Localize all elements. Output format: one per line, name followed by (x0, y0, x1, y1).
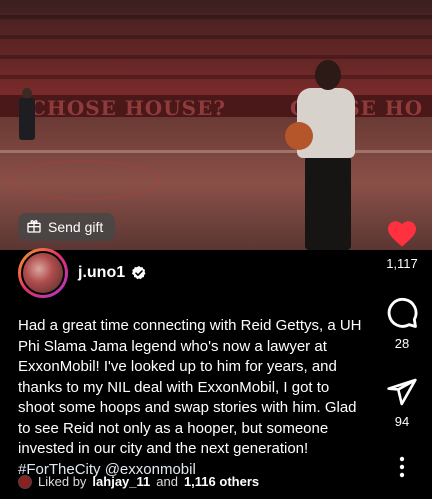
bystander-figure (18, 88, 36, 140)
court-line (0, 150, 432, 153)
like-count[interactable]: 1,117 (372, 256, 432, 271)
liked-by-row[interactable]: Liked by lahjay_11 and 1,116 others (18, 474, 259, 489)
player-figure (285, 60, 365, 250)
liked-by-prefix: Liked by (38, 474, 87, 489)
share-action: 94 (372, 376, 432, 429)
send-gift-button[interactable]: Send gift (18, 213, 116, 241)
more-options-button[interactable] (372, 456, 432, 478)
send-gift-label: Send gift (48, 219, 104, 235)
heart-icon[interactable] (386, 218, 418, 248)
arena-stands (0, 0, 432, 95)
avatar[interactable] (18, 248, 68, 298)
liker-avatar (18, 474, 32, 489)
caption-text: Had a great time connecting with Reid Ge… (18, 317, 362, 457)
post-caption: Had a great time connecting with Reid Ge… (18, 316, 370, 480)
share-icon[interactable] (386, 376, 418, 408)
share-count[interactable]: 94 (372, 414, 432, 429)
court-logo (10, 160, 160, 200)
like-action: 1,117 (372, 218, 432, 271)
liked-by-connector: and (156, 474, 178, 489)
comment-icon[interactable] (385, 296, 419, 330)
username[interactable]: j.uno1 (78, 264, 125, 282)
liked-by-user[interactable]: lahjay_11 (92, 474, 150, 489)
comment-count[interactable]: 28 (372, 336, 432, 351)
verified-badge-icon (131, 266, 146, 280)
gift-icon (26, 218, 42, 237)
comment-action: 28 (372, 296, 432, 351)
liked-by-others[interactable]: 1,116 others (184, 474, 259, 489)
username-row[interactable]: j.uno1 (78, 264, 147, 282)
more-options-icon[interactable] (398, 456, 406, 478)
